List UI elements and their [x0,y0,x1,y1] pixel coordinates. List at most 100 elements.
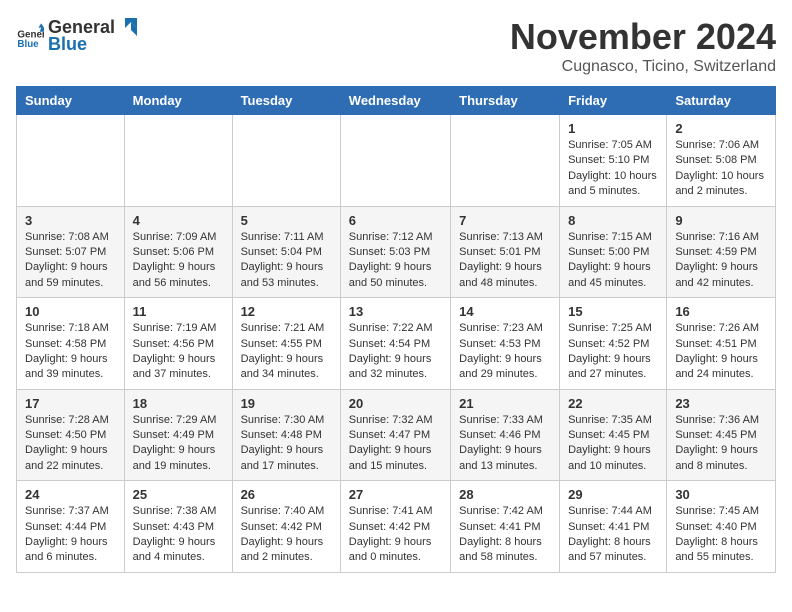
day-info: Sunrise: 7:15 AM Sunset: 5:00 PM Dayligh… [568,230,658,292]
calendar-cell: 4Sunrise: 7:09 AM Sunset: 5:06 PM Daylig… [124,206,232,298]
day-info: Sunrise: 7:40 AM Sunset: 4:42 PM Dayligh… [241,504,332,566]
calendar-cell: 12 Sunrise: 7:21 AM Sunset: 4:55 PM Dayli… [232,298,340,390]
day-number: 13 [349,304,442,319]
header-row: SundayMondayTuesdayWednesdayThursdayFrid… [17,87,776,115]
column-header-friday: Friday [560,87,667,115]
day-number: 3 [25,213,116,228]
day-info: Sunrise: 7:35 AM Sunset: 4:45 PM Dayligh… [568,413,658,475]
day-info: Sunrise: 7:22 AM Sunset: 4:54 PM Dayligh… [349,321,442,383]
day-number: 15 [568,304,658,319]
calendar-cell [340,115,450,207]
calendar-cell: 18 Sunrise: 7:29 AM Sunset: 4:49 PM Dayli… [124,389,232,481]
day-number: 2 [675,121,767,136]
calendar-cell: 6 Sunrise: 7:12 AM Sunset: 5:03 PM Daylig… [340,206,450,298]
day-info: Sunrise: 7:37 AM Sunset: 4:44 PM Dayligh… [25,504,116,566]
calendar-cell: 24 Sunrise: 7:37 AM Sunset: 4:44 PM Dayli… [17,481,125,573]
day-info: Sunrise: 7:18 AM Sunset: 4:58 PM Dayligh… [25,321,116,383]
week-row-1: 1Sunrise: 7:05 AM Sunset: 5:10 PM Daylig… [17,115,776,207]
calendar-cell: 29 Sunrise: 7:44 AM Sunset: 4:41 PM Dayli… [560,481,667,573]
day-info: Sunrise: 7:32 AM Sunset: 4:47 PM Dayligh… [349,413,442,475]
day-info: Sunrise: 7:21 AM Sunset: 4:55 PM Dayligh… [241,321,332,383]
day-number: 23 [675,396,767,411]
day-info: Sunrise: 7:36 AM Sunset: 4:45 PM Dayligh… [675,413,767,475]
day-info: Sunrise: 7:13 AM Sunset: 5:01 PM Dayligh… [459,230,551,292]
calendar-cell: 1Sunrise: 7:05 AM Sunset: 5:10 PM Daylig… [560,115,667,207]
day-number: 16 [675,304,767,319]
day-number: 7 [459,213,551,228]
day-number: 6 [349,213,442,228]
day-number: 24 [25,487,116,502]
day-number: 18 [133,396,224,411]
day-info: Sunrise: 7:45 AM Sunset: 4:40 PM Dayligh… [675,504,767,566]
logo: General Blue General Blue [16,16,139,55]
calendar-cell [232,115,340,207]
calendar-cell: 3 Sunrise: 7:08 AM Sunset: 5:07 PM Daylig… [17,206,125,298]
day-info: Sunrise: 7:25 AM Sunset: 4:52 PM Dayligh… [568,321,658,383]
column-header-saturday: Saturday [667,87,776,115]
day-info: Sunrise: 7:30 AM Sunset: 4:48 PM Dayligh… [241,413,332,475]
calendar-cell: 19 Sunrise: 7:30 AM Sunset: 4:48 PM Dayli… [232,389,340,481]
calendar-cell: 26Sunrise: 7:40 AM Sunset: 4:42 PM Dayli… [232,481,340,573]
day-number: 12 [241,304,332,319]
day-info: Sunrise: 7:28 AM Sunset: 4:50 PM Dayligh… [25,413,116,475]
day-info: Sunrise: 7:26 AM Sunset: 4:51 PM Dayligh… [675,321,767,383]
day-info: Sunrise: 7:41 AM Sunset: 4:42 PM Dayligh… [349,504,442,566]
day-number: 8 [568,213,658,228]
day-info: Sunrise: 7:16 AM Sunset: 4:59 PM Dayligh… [675,230,767,292]
week-row-5: 24 Sunrise: 7:37 AM Sunset: 4:44 PM Dayli… [17,481,776,573]
day-number: 14 [459,304,551,319]
day-number: 17 [25,396,116,411]
logo-arrow-icon [117,16,139,38]
calendar-cell [124,115,232,207]
day-number: 19 [241,396,332,411]
day-number: 5 [241,213,332,228]
column-header-tuesday: Tuesday [232,87,340,115]
calendar-cell: 14 Sunrise: 7:23 AM Sunset: 4:53 PM Dayli… [451,298,560,390]
calendar-cell: 20Sunrise: 7:32 AM Sunset: 4:47 PM Dayli… [340,389,450,481]
column-header-thursday: Thursday [451,87,560,115]
column-header-monday: Monday [124,87,232,115]
day-info: Sunrise: 7:19 AM Sunset: 4:56 PM Dayligh… [133,321,224,383]
day-number: 21 [459,396,551,411]
calendar-cell: 8 Sunrise: 7:15 AM Sunset: 5:00 PM Daylig… [560,206,667,298]
week-row-3: 10Sunrise: 7:18 AM Sunset: 4:58 PM Dayli… [17,298,776,390]
day-info: Sunrise: 7:38 AM Sunset: 4:43 PM Dayligh… [133,504,224,566]
column-header-sunday: Sunday [17,87,125,115]
calendar-cell: 28 Sunrise: 7:42 AM Sunset: 4:41 PM Dayli… [451,481,560,573]
day-number: 22 [568,396,658,411]
day-number: 28 [459,487,551,502]
day-info: Sunrise: 7:42 AM Sunset: 4:41 PM Dayligh… [459,504,551,566]
week-row-2: 3 Sunrise: 7:08 AM Sunset: 5:07 PM Daylig… [17,206,776,298]
logo-icon: General Blue [16,22,44,50]
calendar-cell: 11 Sunrise: 7:19 AM Sunset: 4:56 PM Dayli… [124,298,232,390]
week-row-4: 17 Sunrise: 7:28 AM Sunset: 4:50 PM Dayli… [17,389,776,481]
day-number: 1 [568,121,658,136]
page-header: General Blue General Blue November 2024 … [16,16,776,76]
calendar-cell: 5Sunrise: 7:11 AM Sunset: 5:04 PM Daylig… [232,206,340,298]
svg-text:Blue: Blue [17,39,39,50]
calendar-table: SundayMondayTuesdayWednesdayThursdayFrid… [16,86,776,573]
day-info: Sunrise: 7:44 AM Sunset: 4:41 PM Dayligh… [568,504,658,566]
calendar-cell: 7 Sunrise: 7:13 AM Sunset: 5:01 PM Daylig… [451,206,560,298]
day-info: Sunrise: 7:29 AM Sunset: 4:49 PM Dayligh… [133,413,224,475]
calendar-cell: 21Sunrise: 7:33 AM Sunset: 4:46 PM Dayli… [451,389,560,481]
calendar-cell: 13 Sunrise: 7:22 AM Sunset: 4:54 PM Dayli… [340,298,450,390]
day-number: 30 [675,487,767,502]
location-title: Cugnasco, Ticino, Switzerland [510,58,776,76]
month-title: November 2024 [510,16,776,58]
day-info: Sunrise: 7:09 AM Sunset: 5:06 PM Dayligh… [133,230,224,292]
calendar-cell: 9Sunrise: 7:16 AM Sunset: 4:59 PM Daylig… [667,206,776,298]
day-info: Sunrise: 7:23 AM Sunset: 4:53 PM Dayligh… [459,321,551,383]
day-number: 11 [133,304,224,319]
day-info: Sunrise: 7:08 AM Sunset: 5:07 PM Dayligh… [25,230,116,292]
day-number: 25 [133,487,224,502]
day-info: Sunrise: 7:12 AM Sunset: 5:03 PM Dayligh… [349,230,442,292]
calendar-cell: 22 Sunrise: 7:35 AM Sunset: 4:45 PM Dayli… [560,389,667,481]
calendar-cell: 23 Sunrise: 7:36 AM Sunset: 4:45 PM Dayli… [667,389,776,481]
calendar-cell: 15 Sunrise: 7:25 AM Sunset: 4:52 PM Dayli… [560,298,667,390]
title-area: November 2024 Cugnasco, Ticino, Switzerl… [510,16,776,76]
calendar-cell: 2 Sunrise: 7:06 AM Sunset: 5:08 PM Daylig… [667,115,776,207]
calendar-cell: 25 Sunrise: 7:38 AM Sunset: 4:43 PM Dayli… [124,481,232,573]
day-info: Sunrise: 7:06 AM Sunset: 5:08 PM Dayligh… [675,138,767,200]
day-number: 29 [568,487,658,502]
